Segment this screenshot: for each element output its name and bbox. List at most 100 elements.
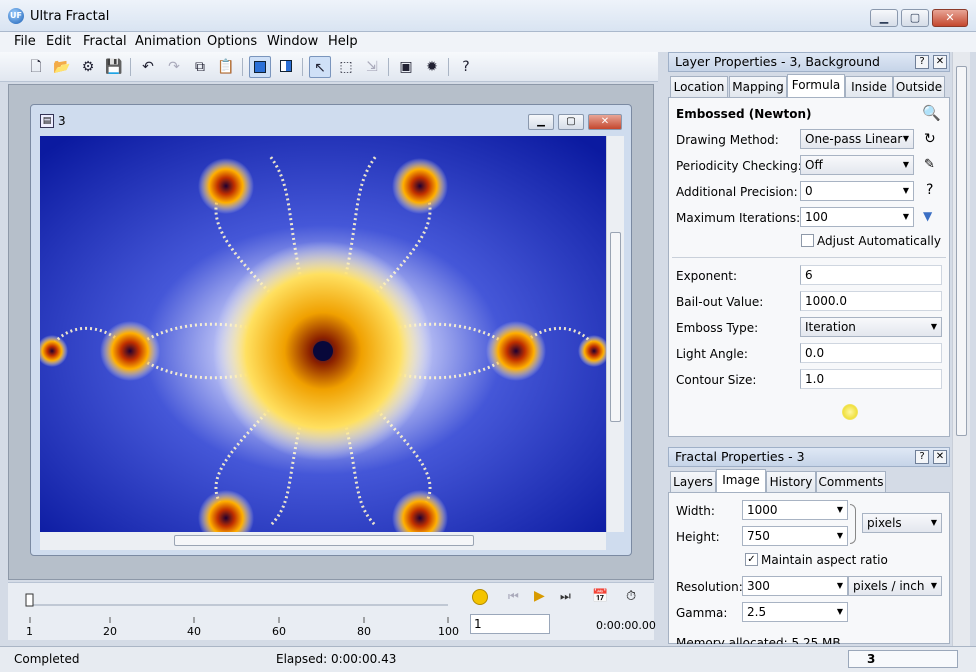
open-parameters-icon[interactable]: ⚙: [77, 56, 99, 78]
light-angle-field[interactable]: 0.0: [800, 343, 942, 363]
copy-icon[interactable]: ⧉: [189, 56, 211, 78]
fractal-properties-title: Fractal Properties - 3: [675, 449, 805, 464]
vertical-scrollbar[interactable]: [606, 136, 624, 532]
tab-mapping[interactable]: Mapping: [729, 76, 787, 98]
fractal-properties-header: Fractal Properties - 3 ? ✕: [668, 447, 950, 467]
emboss-type-select[interactable]: Iteration ▼: [800, 317, 942, 337]
bailout-field[interactable]: 1000.0: [800, 291, 942, 311]
resolution-value: 300: [747, 579, 770, 593]
tab-layers[interactable]: Layers: [670, 471, 716, 493]
menu-window[interactable]: Window: [267, 32, 318, 52]
frame-input[interactable]: 1: [470, 614, 550, 634]
horizontal-scrollbar[interactable]: [40, 532, 606, 550]
child-close-button[interactable]: ✕: [588, 114, 622, 130]
gear-icon[interactable]: ✹: [421, 56, 443, 78]
size-units-value: pixels: [867, 516, 902, 530]
panel-help-button[interactable]: ?: [915, 450, 929, 464]
new-file-icon[interactable]: 🗋: [25, 56, 47, 78]
status-bar: Completed Elapsed: 0:00:00.43 3: [0, 646, 976, 672]
reset-icon[interactable]: ↻: [924, 131, 936, 147]
select-tool-icon[interactable]: ⬚: [335, 56, 357, 78]
tab-history[interactable]: History: [766, 471, 816, 493]
contour-size-label: Contour Size:: [676, 373, 757, 387]
play-icon[interactable]: ▶: [534, 588, 545, 604]
full-view-icon[interactable]: [249, 56, 271, 78]
pointer-tool-icon[interactable]: ↖: [309, 56, 331, 78]
size-units-select[interactable]: pixels ▼: [862, 513, 942, 533]
minimize-button[interactable]: ▁: [870, 9, 898, 27]
help-icon[interactable]: ?: [455, 56, 477, 78]
tick-label: 40: [187, 625, 201, 638]
width-label: Width:: [676, 504, 715, 518]
height-field[interactable]: 750 ▼: [742, 526, 848, 546]
layer-properties-header: Layer Properties - 3, Background ? ✕: [668, 52, 950, 72]
menu-options[interactable]: Options: [207, 32, 257, 52]
resolution-field[interactable]: 300 ▼: [742, 576, 848, 596]
tab-formula[interactable]: Formula: [787, 74, 845, 98]
title-bar[interactable]: [0, 0, 976, 32]
menu-file[interactable]: File: [14, 32, 36, 52]
panel-help-button[interactable]: ?: [915, 55, 929, 69]
menu-edit[interactable]: Edit: [46, 32, 71, 52]
max-iterations-select[interactable]: 100 ▼: [800, 207, 914, 227]
adjust-automatically-checkbox[interactable]: [801, 234, 814, 247]
skip-start-icon[interactable]: ⏮: [508, 589, 519, 604]
undo-icon[interactable]: ↶: [137, 56, 159, 78]
skip-end-icon[interactable]: ⏭: [560, 589, 571, 604]
menu-fractal[interactable]: Fractal: [83, 32, 127, 52]
expand-triangle-icon[interactable]: ▼: [923, 209, 932, 223]
edit-icon[interactable]: ✎: [924, 157, 935, 172]
chevron-down-icon: ▼: [836, 505, 843, 514]
panel-scrollbar[interactable]: [952, 52, 970, 646]
timer-icon[interactable]: ⏱: [626, 589, 636, 604]
child-maximize-button[interactable]: ▢: [558, 114, 584, 130]
calendar-icon[interactable]: 📅: [592, 589, 608, 604]
tick-label: 100: [438, 625, 459, 638]
chevron-down-icon: ▼: [930, 581, 937, 590]
gamma-value: 2.5: [747, 605, 767, 619]
record-icon[interactable]: [472, 589, 488, 605]
tab-outside[interactable]: Outside: [893, 76, 945, 98]
tab-comments[interactable]: Comments: [816, 471, 886, 493]
chevron-down-icon: ▼: [930, 518, 937, 527]
fractal-window-title: 3: [58, 114, 66, 128]
window-indicator: 3: [848, 650, 958, 668]
close-button[interactable]: ✕: [932, 9, 968, 27]
panel-close-button[interactable]: ✕: [933, 55, 947, 69]
periodicity-select[interactable]: Off ▼: [800, 155, 914, 175]
chevron-down-icon: ▼: [836, 531, 843, 540]
formula-browse-icon[interactable]: 🔍: [922, 104, 941, 122]
elapsed-time: Elapsed: 0:00:00.43: [276, 652, 397, 666]
fractal-image[interactable]: [40, 136, 606, 532]
redo-icon[interactable]: ↷: [163, 56, 185, 78]
tab-inside[interactable]: Inside: [845, 76, 893, 98]
render-disk-icon[interactable]: ▣: [395, 56, 417, 78]
help-icon[interactable]: ?: [926, 182, 933, 198]
resolution-units-value: pixels / inch: [853, 579, 925, 593]
tick-label: 20: [103, 625, 117, 638]
contour-size-field[interactable]: 1.0: [800, 369, 942, 389]
maximize-button[interactable]: ▢: [901, 9, 929, 27]
gamma-field[interactable]: 2.5 ▼: [742, 602, 848, 622]
memory-allocated: Memory allocated: 5.25 MB: [676, 636, 841, 644]
child-minimize-button[interactable]: ▁: [528, 114, 554, 130]
paste-icon[interactable]: 📋: [215, 56, 237, 78]
exponent-field[interactable]: 6: [800, 265, 942, 285]
precision-label: Additional Precision:: [676, 185, 798, 199]
save-icon[interactable]: 💾: [103, 56, 125, 78]
move-tool-icon[interactable]: ⇲: [361, 56, 383, 78]
menu-help[interactable]: Help: [328, 32, 358, 52]
menu-animation[interactable]: Animation: [135, 32, 201, 52]
tab-location[interactable]: Location: [670, 76, 728, 98]
resolution-units-select[interactable]: pixels / inch ▼: [848, 576, 942, 596]
maintain-aspect-checkbox[interactable]: ✓: [745, 553, 758, 566]
drawing-method-select[interactable]: One-pass Linear ▼: [800, 129, 914, 149]
width-field[interactable]: 1000 ▼: [742, 500, 848, 520]
tab-image[interactable]: Image: [716, 469, 766, 493]
split-view-icon[interactable]: [275, 56, 297, 78]
panel-close-button[interactable]: ✕: [933, 450, 947, 464]
window-title: Ultra Fractal: [30, 9, 110, 24]
precision-select[interactable]: 0 ▼: [800, 181, 914, 201]
height-label: Height:: [676, 530, 720, 544]
open-folder-icon[interactable]: 📂: [51, 56, 73, 78]
